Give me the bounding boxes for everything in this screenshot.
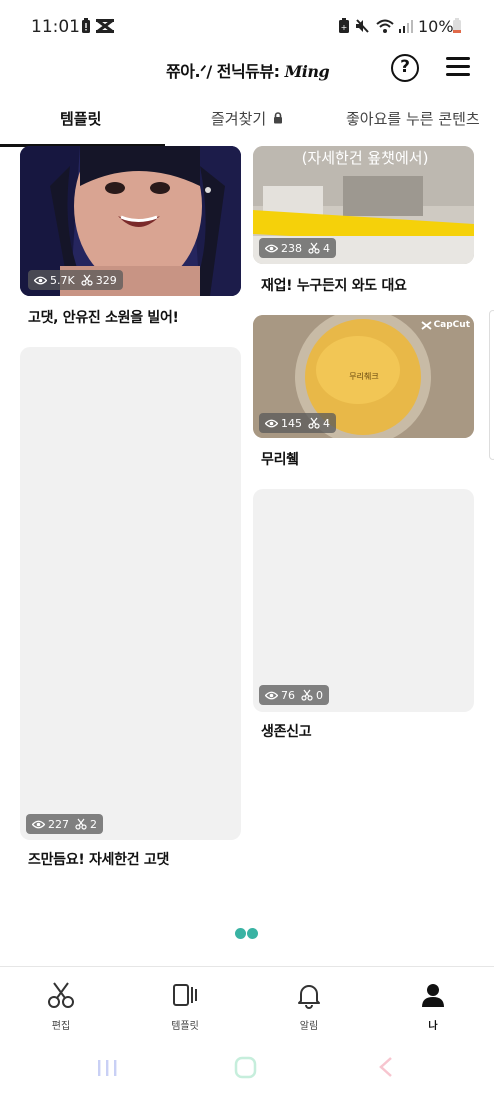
use-count: 4: [323, 241, 330, 255]
nav-profile-label: 나: [428, 1021, 438, 1032]
battery-percent: 10%: [418, 17, 454, 36]
svg-text:+: +: [341, 23, 348, 32]
eye-icon: [34, 276, 47, 284]
nav-profile[interactable]: 나: [403, 981, 463, 1032]
battery-saver-icon: +: [338, 18, 350, 38]
view-count: 238: [281, 241, 302, 255]
template-icon: [173, 984, 197, 1006]
nav-templates[interactable]: 템플릿: [155, 981, 215, 1032]
eye-icon: [265, 691, 278, 699]
card-stats: 238 4: [259, 238, 336, 258]
view-count: 227: [48, 817, 69, 831]
signal-icon: [398, 18, 414, 38]
app-header: 쮸아.ᐟ/ 전닉듀뷰: Ming ?: [0, 54, 494, 102]
battery-alert-icon: [81, 18, 91, 38]
back-icon[interactable]: [378, 1056, 394, 1078]
capcut-watermark-text: CapCut: [433, 320, 470, 330]
template-card[interactable]: 227 2: [20, 347, 241, 840]
wifi-icon: [375, 18, 395, 38]
use-count: 329: [95, 273, 117, 287]
home-icon[interactable]: [234, 1056, 258, 1080]
system-nav-bar: [0, 1040, 494, 1096]
template-card[interactable]: 무리췌크 CapCut 145 4: [253, 315, 474, 438]
view-count: 145: [281, 416, 302, 430]
battery-low-icon: [452, 18, 462, 38]
card-caption: 무리췤: [261, 452, 299, 468]
card-stats: 76 0: [259, 685, 329, 705]
view-count: 5.7K: [50, 273, 75, 287]
card-stats: 5.7K 329: [28, 270, 123, 290]
card-caption: 고댓, 안유진 소원을 빌어!: [28, 310, 179, 326]
template-card[interactable]: 76 0: [253, 489, 474, 712]
recent-apps-icon[interactable]: [96, 1058, 118, 1078]
tab-favorites-label: 즐겨찾기: [211, 110, 267, 128]
card-stats: 145 4: [259, 413, 336, 433]
nav-edit[interactable]: 편집: [31, 981, 91, 1032]
status-bar: 11:01 + 10%: [0, 0, 494, 54]
menu-button[interactable]: [446, 57, 470, 77]
mute-icon: [354, 18, 370, 38]
tab-templates[interactable]: 템플릿: [60, 108, 101, 129]
profile-tabs: 템플릿 즐겨찾기 좋아요를 누른 콘텐츠: [0, 102, 494, 147]
view-count: 76: [281, 688, 295, 702]
status-time: 11:01: [31, 17, 80, 37]
use-count: 0: [316, 688, 323, 702]
scissors-icon: [301, 689, 313, 701]
nav-notifications[interactable]: 알림: [279, 981, 339, 1032]
lock-icon: [273, 112, 282, 124]
profile-signature: Ming: [284, 62, 330, 81]
thumbnail-overlay-text: 무리췌크: [349, 372, 378, 381]
bottom-nav: 편집 템플릿 알림 나: [0, 966, 494, 1038]
use-count: 2: [90, 817, 97, 831]
use-count: 4: [323, 416, 330, 430]
template-card[interactable]: (자세한건 욮챗에서) 238 4: [253, 146, 474, 264]
bell-icon: [298, 985, 320, 1009]
thumbnail-overlay-text: (자세한건 욮챗에서): [302, 149, 429, 167]
capcut-icon: [421, 320, 432, 330]
card-stats: 227 2: [26, 814, 103, 834]
scissors-icon: [48, 982, 74, 1008]
side-panel-handle[interactable]: [489, 310, 494, 460]
capcut-watermark: CapCut: [421, 320, 470, 330]
scissors-icon: [308, 242, 320, 254]
profile-title: 쮸아.ᐟ/ 전닉듀뷰: Ming: [166, 58, 330, 82]
capcut-icon: [95, 18, 115, 38]
tab-liked[interactable]: 좋아요를 누른 콘텐츠: [346, 108, 480, 129]
nav-edit-label: 편집: [51, 1021, 71, 1032]
template-card[interactable]: 5.7K 329: [20, 146, 241, 296]
scissors-icon: [81, 274, 93, 286]
help-button[interactable]: ?: [391, 54, 419, 82]
loading-indicator: [235, 924, 259, 943]
card-caption: 재업! 누구든지 와도 대요: [261, 278, 407, 294]
eye-icon: [265, 419, 278, 427]
card-caption: 즈만듬요! 자세한건 고댓: [28, 852, 170, 868]
person-icon: [422, 984, 444, 1007]
eye-icon: [32, 820, 45, 828]
scissors-icon: [75, 818, 87, 830]
nav-templates-label: 템플릿: [171, 1021, 199, 1032]
card-caption: 생존신고: [261, 724, 312, 740]
profile-name: 쮸아.ᐟ/ 전닉듀뷰:: [166, 62, 280, 81]
eye-icon: [265, 244, 278, 252]
tab-favorites[interactable]: 즐겨찾기: [211, 108, 283, 129]
nav-notifications-label: 알림: [299, 1021, 319, 1032]
scissors-icon: [308, 417, 320, 429]
template-grid: 5.7K 329 고댓, 안유진 소원을 빌어! 227 2 즈만듬요! 자세한…: [0, 146, 494, 966]
